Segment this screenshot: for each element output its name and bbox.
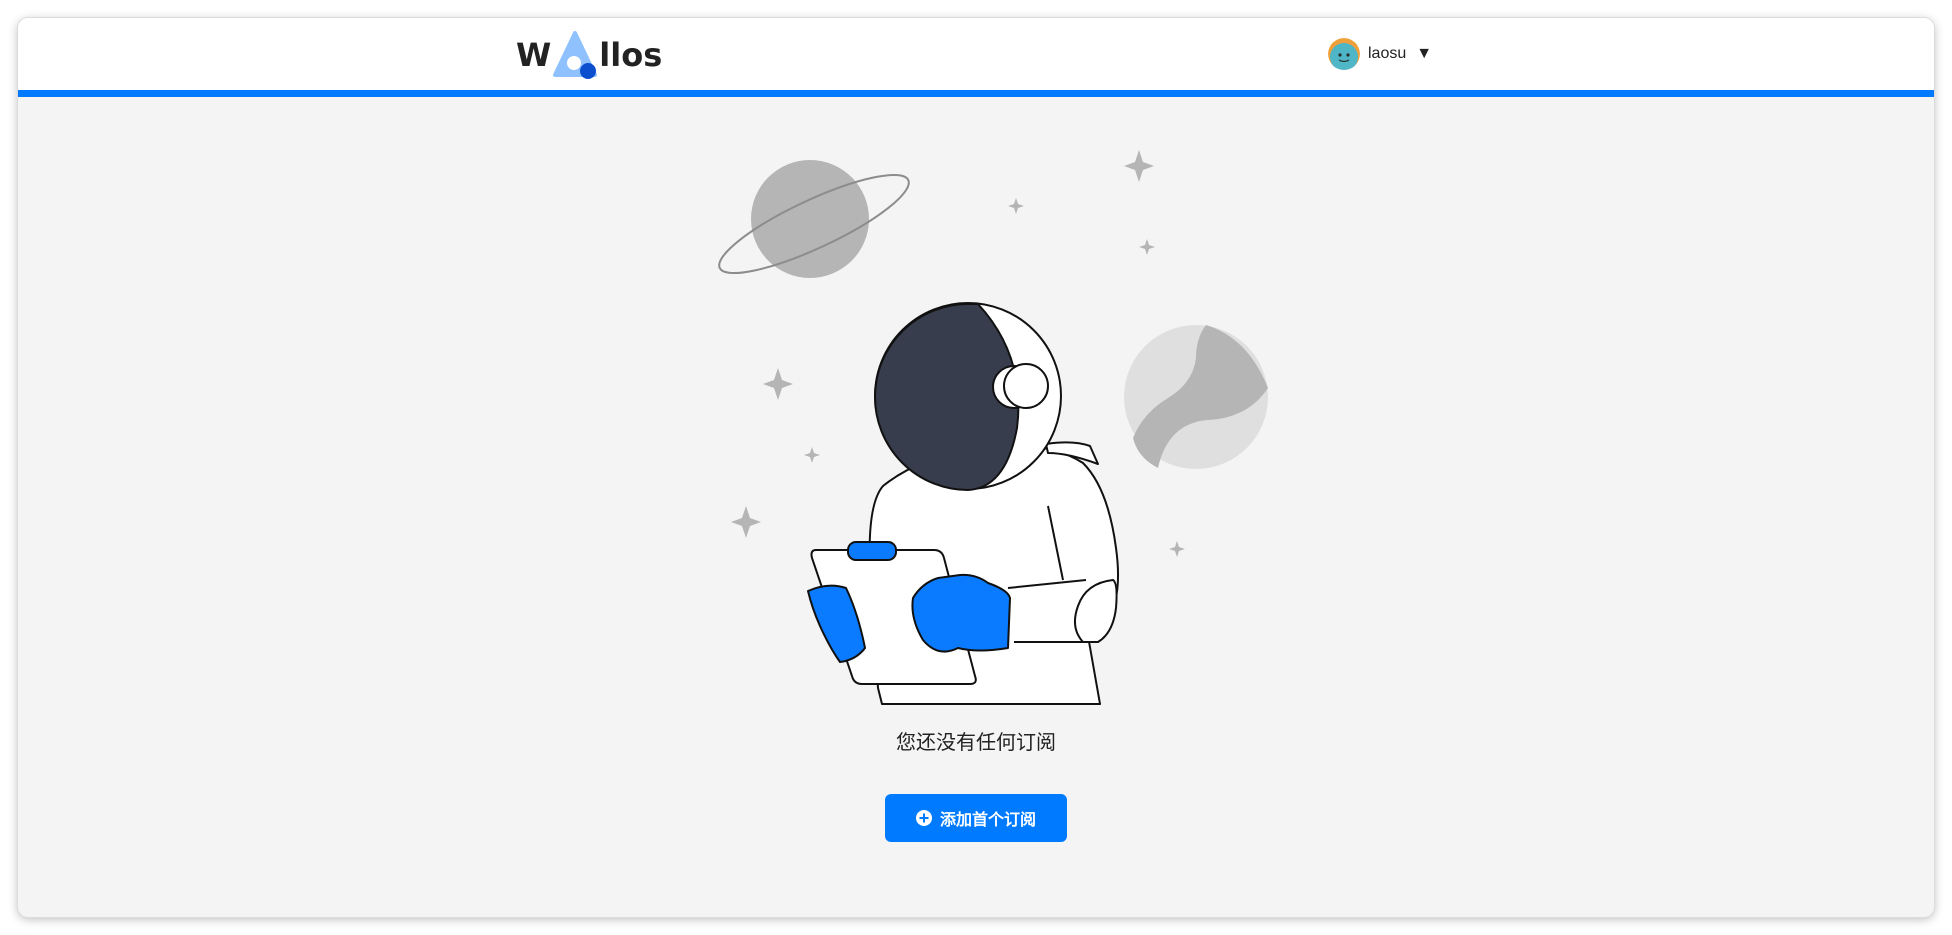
astronaut-helmet	[874, 302, 1062, 492]
user-menu[interactable]: laosu ▼	[1328, 36, 1432, 72]
empty-state-message: 您还没有任何订阅	[896, 732, 1056, 754]
swirl-planet-icon	[1124, 325, 1268, 469]
avatar	[1328, 38, 1360, 70]
logo[interactable]: W llos	[516, 30, 662, 80]
app-window: W llos laosu ▼ 您还没有任何订阅 添加首个订阅	[18, 18, 1934, 917]
add-first-subscription-button[interactable]: 添加首个订阅	[885, 794, 1067, 842]
logo-text-start: W	[516, 36, 552, 74]
header: W llos laosu ▼	[18, 18, 1934, 90]
astronaut-illustration	[718, 150, 1268, 705]
user-name: laosu	[1368, 45, 1407, 62]
ringed-planet-icon	[718, 160, 910, 278]
add-button-label: 添加首个订阅	[939, 812, 1036, 829]
header-accent-bar	[18, 90, 1934, 97]
logo-mark-icon	[553, 31, 598, 79]
plus-circle-icon	[915, 810, 932, 826]
chevron-down-icon: ▼	[1416, 45, 1433, 62]
logo-text-end: llos	[599, 36, 663, 74]
